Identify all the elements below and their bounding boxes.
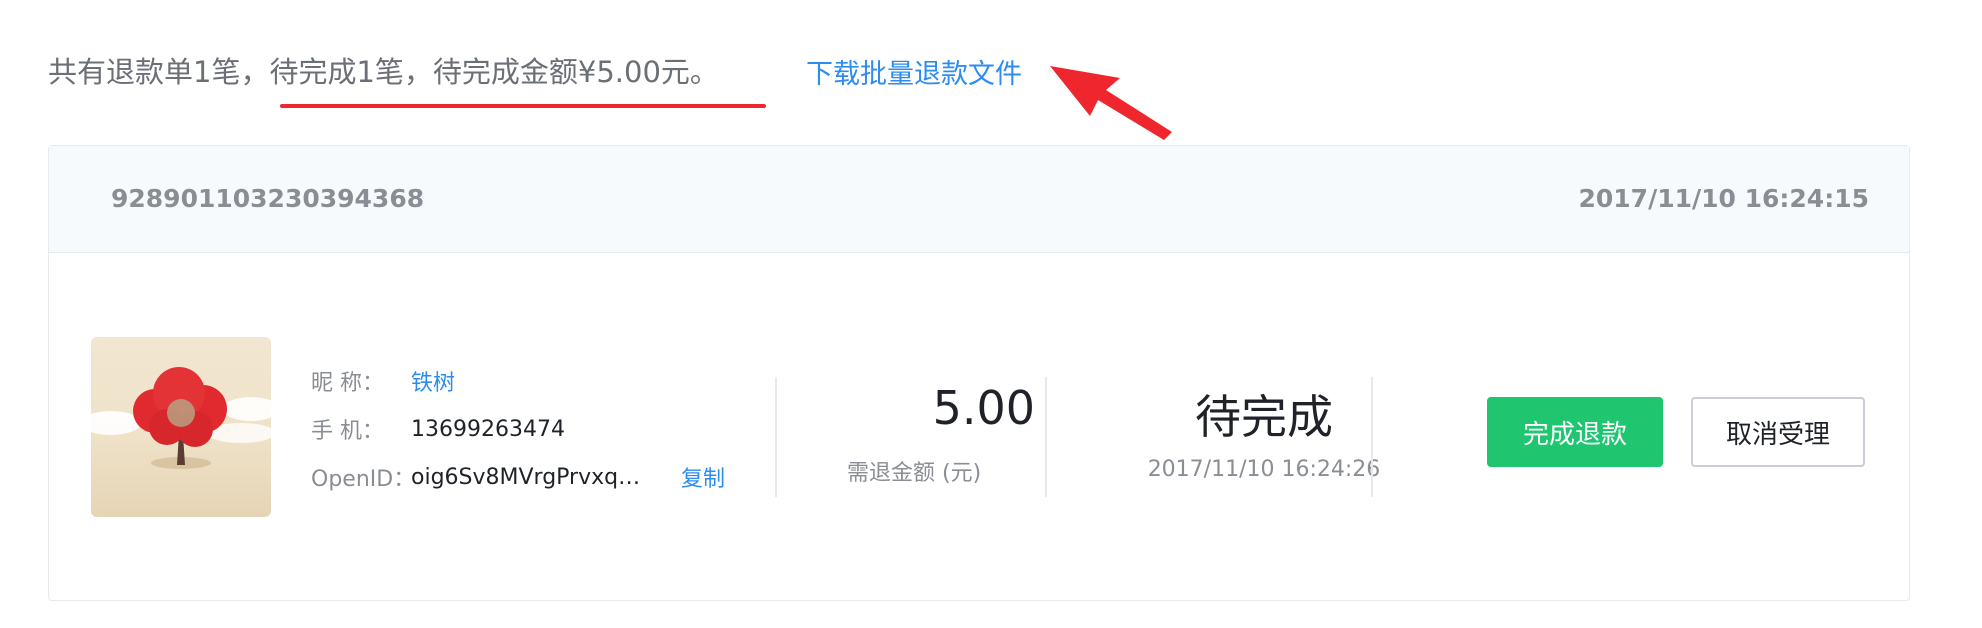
- red-arrow-icon: [1050, 66, 1172, 140]
- complete-refund-button[interactable]: 完成退款: [1487, 397, 1663, 467]
- divider: [1371, 377, 1373, 497]
- openid-value: oig6Sv8MVrgPrvxq…: [411, 464, 641, 490]
- nickname-label: 昵 称：: [311, 371, 384, 396]
- copy-openid-button[interactable]: 复制: [681, 461, 725, 493]
- status-time: 2017/11/10 16:24:26: [1147, 457, 1381, 482]
- refund-status: 待完成: [1195, 390, 1333, 444]
- phone-value: 13699263474: [411, 416, 565, 442]
- divider: [775, 377, 777, 497]
- refund-amount: 5.00: [932, 381, 1035, 435]
- red-tree-illustration: [91, 367, 271, 469]
- nickname-row: 昵 称： 铁树: [311, 357, 725, 405]
- card-body: 昵 称： 铁树 手 机： 13699263474 OpenID： oig6Sv8…: [49, 253, 1909, 601]
- nickname-value[interactable]: 铁树: [411, 365, 455, 397]
- summary-pending-highlight: 待完成1笔，待完成金额¥5.00元。: [269, 55, 719, 89]
- order-created-time: 2017/11/10 16:24:15: [1578, 184, 1870, 213]
- download-batch-refund-link[interactable]: 下载批量退款文件: [806, 52, 1022, 91]
- cancel-acceptance-button[interactable]: 取消受理: [1691, 397, 1865, 467]
- avatar: [91, 337, 271, 517]
- order-number: 928901103230394368: [111, 184, 425, 213]
- divider: [1045, 377, 1047, 497]
- summary-prefix: 共有退款单1笔，: [48, 55, 270, 89]
- openid-label: OpenID：: [311, 467, 416, 492]
- refund-amount-label: 需退金额 (元): [847, 461, 982, 486]
- openid-row: OpenID： oig6Sv8MVrgPrvxq… 复制: [311, 453, 725, 501]
- annotation-underline: [280, 104, 766, 108]
- user-info: 昵 称： 铁树 手 机： 13699263474 OpenID： oig6Sv8…: [311, 357, 725, 501]
- card-header: 928901103230394368 2017/11/10 16:24:15: [49, 146, 1909, 253]
- refund-order-card: 928901103230394368 2017/11/10 16:24:15 昵…: [48, 145, 1910, 601]
- phone-label: 手 机：: [311, 419, 384, 444]
- refund-summary: 共有退款单1笔， 待完成1笔，待完成金额¥5.00元。: [48, 48, 719, 92]
- phone-row: 手 机： 13699263474: [311, 405, 725, 453]
